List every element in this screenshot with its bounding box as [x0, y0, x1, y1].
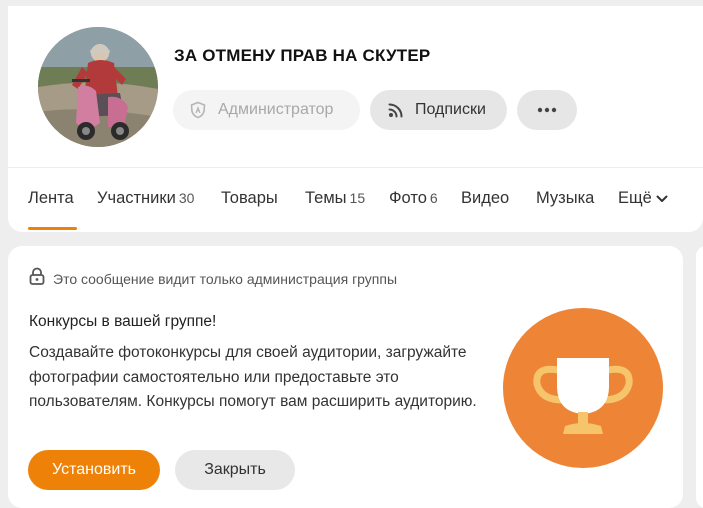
trophy-illustration [503, 308, 663, 468]
lock-icon [29, 267, 45, 290]
tab-music[interactable]: Музыка [536, 189, 594, 208]
contest-promo-card: Это сообщение видит только администрация… [8, 246, 683, 508]
more-dots-icon [537, 107, 557, 113]
administrator-button[interactable]: Администратор [173, 90, 360, 130]
group-avatar[interactable] [38, 27, 158, 147]
next-card-edge [696, 246, 703, 508]
tab-photos-label: Фото [389, 189, 427, 207]
tab-feed[interactable]: Лента [28, 189, 74, 208]
tab-photos-count: 6 [429, 190, 438, 206]
trophy-icon [533, 358, 633, 434]
rss-icon [388, 102, 404, 118]
avatar-photo [38, 27, 158, 147]
tab-topics-count: 15 [349, 190, 366, 206]
close-button[interactable]: Закрыть [175, 450, 295, 490]
tab-more-label: Ещё [618, 189, 652, 207]
chevron-down-icon [656, 189, 668, 208]
promo-body: Создавайте фотоконкурсы для своей аудито… [29, 344, 477, 410]
more-options-button[interactable] [517, 90, 577, 130]
tab-photos[interactable]: Фото 6 [389, 189, 438, 208]
subscriptions-button[interactable]: Подписки [370, 90, 507, 130]
tab-members-label: Участники [97, 189, 176, 207]
tab-products[interactable]: Товары [221, 189, 278, 208]
header-divider [8, 167, 703, 168]
active-tab-indicator [28, 227, 77, 230]
tab-video-label: Видео [461, 189, 510, 207]
group-header-card: ЗА ОТМЕНУ ПРАВ НА СКУТЕР Администратор П… [8, 6, 703, 232]
admin-note-text: Это сообщение видит только администрация… [53, 270, 398, 287]
tab-music-label: Музыка [536, 189, 595, 207]
tab-topics[interactable]: Темы 15 [305, 189, 365, 208]
tab-more[interactable]: Ещё [618, 189, 668, 208]
tab-products-label: Товары [221, 189, 278, 207]
install-button[interactable]: Установить [28, 450, 160, 490]
admin-only-note: Это сообщение видит только администрация… [29, 267, 397, 290]
admin-shield-icon [189, 101, 207, 119]
tab-video[interactable]: Видео [461, 189, 509, 208]
subscriptions-label: Подписки [415, 101, 486, 118]
tab-members[interactable]: Участники 30 [97, 189, 194, 208]
promo-heading: Конкурсы в вашей группе! [29, 313, 217, 330]
administrator-label: Администратор [218, 101, 334, 118]
tab-feed-label: Лента [28, 189, 74, 207]
tab-topics-label: Темы [305, 189, 347, 207]
group-title: ЗА ОТМЕНУ ПРАВ НА СКУТЕР [174, 46, 431, 65]
tab-members-count: 30 [178, 190, 195, 206]
